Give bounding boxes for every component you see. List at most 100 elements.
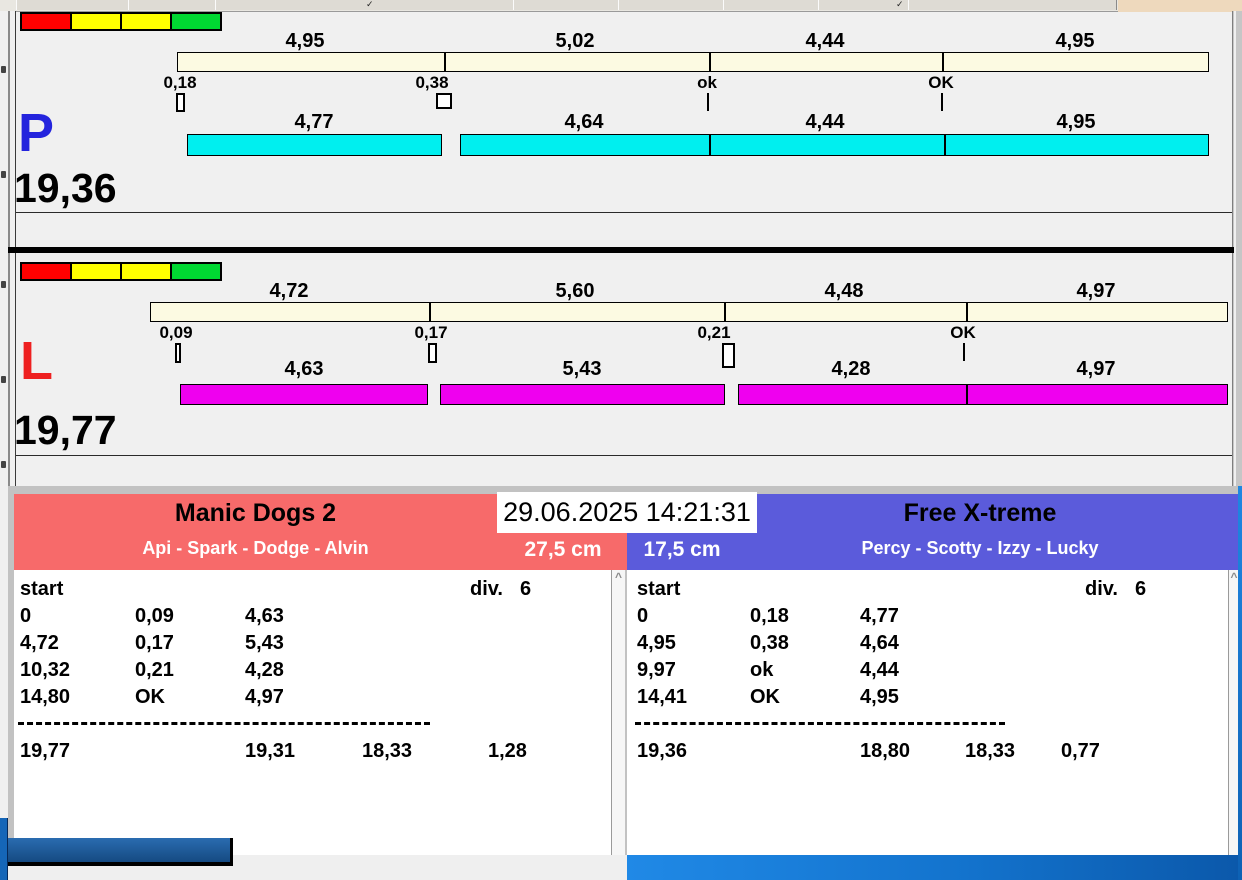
traffic-light-yellow (70, 12, 122, 31)
split-time-label: 4,95 (285, 30, 325, 52)
lane-p-start-track (177, 52, 1209, 72)
track-divider (966, 302, 968, 322)
dog-time-label: 4,64 (564, 111, 604, 133)
table-total-cell: 18,80 (860, 740, 911, 762)
run-bar-divider (709, 134, 711, 156)
table-start-label: start (20, 578, 64, 600)
table-div-label: div. (470, 578, 503, 600)
crossing-marker-line (941, 93, 943, 111)
lane-l-run-bar (738, 384, 1228, 405)
table-cell: 0,38 (750, 632, 789, 654)
crossing-label: OK (928, 73, 954, 92)
scroll-up-icon[interactable]: ^ (612, 570, 625, 584)
crossing-label: 0,21 (697, 323, 731, 342)
lane-p-traffic-lights (20, 12, 222, 31)
desktop-background (627, 855, 1242, 880)
traffic-light-red (20, 262, 72, 281)
table-cell: 0,21 (135, 659, 174, 681)
run-bar-divider (944, 134, 946, 156)
lane-l-run-bar (440, 384, 725, 405)
lane-l-letter: L (20, 331, 53, 391)
split-time-label: 4,48 (824, 280, 864, 302)
lane-l-run-bar (180, 384, 428, 405)
track-divider (444, 52, 446, 72)
table-cell: 4,77 (860, 605, 899, 627)
traffic-light-green (170, 262, 222, 281)
track-divider (942, 52, 944, 72)
jump-height-badge: 27,5 cm (524, 538, 602, 561)
table-total-cell: 19,36 (637, 740, 688, 762)
team-dogs: Api - Spark - Dodge - Alvin (142, 538, 369, 558)
lane-p-letter: P (18, 103, 55, 163)
table-cell: 4,72 (20, 632, 59, 654)
background-window-fragment (8, 838, 233, 866)
table-cell: 4,95 (860, 686, 899, 708)
traffic-light-yellow (70, 262, 122, 281)
table-cell: 0 (637, 605, 649, 627)
table-cell: 9,97 (637, 659, 676, 681)
crossing-label: 0,09 (159, 323, 193, 342)
split-time-label: 4,95 (1055, 30, 1095, 52)
desktop-background-edge (1238, 486, 1242, 880)
section-separator (16, 455, 1232, 456)
crossing-marker (436, 93, 452, 109)
team-name: Manic Dogs 2 (174, 499, 337, 527)
lane-p-section: 4,95 5,02 4,44 4,95 0,18 0,38 ok OK 4,77… (0, 0, 1242, 247)
traffic-light-green (170, 12, 222, 31)
dog-time-label: 4,95 (1056, 111, 1096, 133)
dashed-separator (635, 722, 1005, 725)
traffic-light-red (20, 12, 72, 31)
dashed-separator (18, 722, 430, 725)
table-div-value: 6 (520, 578, 532, 600)
crossing-label: 0,17 (414, 323, 448, 342)
table-cell: OK (135, 686, 165, 708)
timing-app-window: ✓ ✓ 4,95 5,02 4,44 4,95 0,18 0,38 ok OK … (0, 0, 1242, 880)
lane-l-total: 19,77 (14, 407, 117, 453)
jump-height-badge: 17,5 cm (643, 538, 721, 561)
crossing-label: ok (697, 73, 717, 92)
results-table-left[interactable]: start div. 6 0 0,09 4,63 4,72 0,17 5,43 … (14, 570, 611, 855)
crossing-marker-line (707, 93, 709, 111)
table-start-label: start (637, 578, 681, 600)
lane-p-run-bar (187, 134, 442, 156)
section-separator (16, 212, 1232, 213)
split-time-label: 4,97 (1076, 280, 1116, 302)
split-time-label: 4,72 (269, 280, 309, 302)
clock-display: 29.06.2025 14:21:31 (497, 492, 757, 533)
table-scrollbar[interactable]: ^ (611, 570, 625, 855)
results-table-right[interactable]: start div. 6 0 0,18 4,77 4,95 0,38 4,64 … (627, 570, 1228, 855)
dog-time-label: 4,28 (831, 358, 871, 380)
team-name: Free X-treme (903, 499, 1057, 527)
split-time-label: 5,02 (555, 30, 595, 52)
crossing-marker (175, 343, 181, 363)
table-total-cell: 18,33 (362, 740, 413, 762)
track-divider (724, 302, 726, 322)
table-cell: 10,32 (20, 659, 71, 681)
table-cell: 14,80 (20, 686, 71, 708)
table-total-cell: 1,28 (488, 740, 527, 762)
table-cell: OK (750, 686, 780, 708)
table-total-cell: 18,33 (965, 740, 1016, 762)
track-divider (429, 302, 431, 322)
lane-p-run-bar (460, 134, 1209, 156)
lane-p-total: 19,36 (14, 165, 117, 211)
table-cell: 4,28 (245, 659, 284, 681)
table-cell: 0,09 (135, 605, 174, 627)
traffic-light-yellow (120, 262, 172, 281)
run-bar-divider (966, 384, 968, 405)
table-cell: 0 (20, 605, 32, 627)
dog-time-label: 4,97 (1076, 358, 1116, 380)
table-cell: 5,43 (245, 632, 284, 654)
split-time-label: 4,44 (805, 30, 845, 52)
table-cell: 0,17 (135, 632, 174, 654)
table-cell: 4,63 (245, 605, 284, 627)
crossing-marker (428, 343, 437, 363)
lane-l-traffic-lights (20, 262, 222, 281)
lane-l-section: 4,72 5,60 4,48 4,97 0,09 0,17 0,21 OK 4,… (0, 253, 1242, 486)
crossing-marker (722, 343, 735, 368)
table-cell: 14,41 (637, 686, 688, 708)
traffic-light-yellow (120, 12, 172, 31)
table-cell: 4,44 (860, 659, 899, 681)
table-cell: 0,18 (750, 605, 789, 627)
track-divider (709, 52, 711, 72)
